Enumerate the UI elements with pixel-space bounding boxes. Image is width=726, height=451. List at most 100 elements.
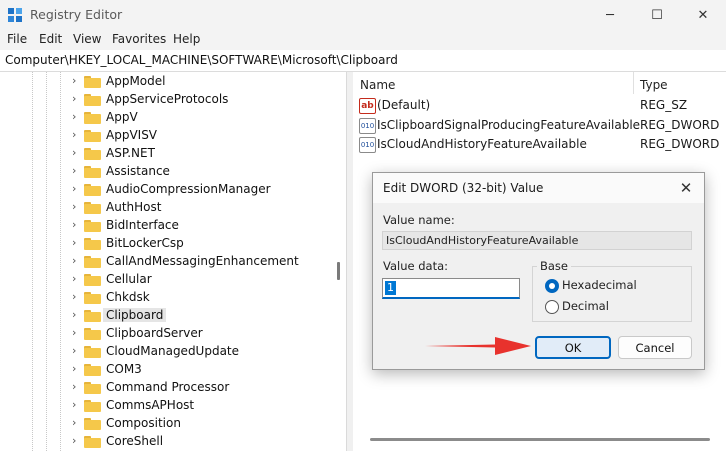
hexadecimal-label[interactable]: Hexadecimal <box>562 278 637 292</box>
tree-item-label: Clipboard <box>103 308 167 322</box>
registry-value-row[interactable]: ab (Default) REG_SZ <box>358 97 723 115</box>
value-data-input[interactable]: 1 <box>382 278 520 299</box>
chevron-right-icon[interactable]: › <box>72 327 82 339</box>
chevron-right-icon[interactable]: › <box>72 291 82 303</box>
tree-item[interactable]: › BitLockerCsp <box>70 235 340 253</box>
chevron-right-icon[interactable]: › <box>72 237 82 249</box>
chevron-right-icon[interactable]: › <box>72 147 82 159</box>
dialog-close-icon[interactable]: ✕ <box>675 177 697 199</box>
tree-item-label: AppServiceProtocols <box>106 92 229 106</box>
maximize-button[interactable]: ☐ <box>634 0 680 30</box>
address-bar[interactable]: Computer\HKEY_LOCAL_MACHINE\SOFTWARE\Mic… <box>0 50 726 72</box>
tree-item[interactable]: › ClipboardServer <box>70 325 340 343</box>
menu-edit[interactable]: Edit <box>39 32 62 46</box>
minimize-button[interactable]: ─ <box>587 0 633 30</box>
maximize-icon: ☐ <box>651 7 663 23</box>
tree-item-label: BitLockerCsp <box>106 236 184 250</box>
tree-item[interactable]: › COM3 <box>70 361 340 379</box>
menu-view[interactable]: View <box>73 32 101 46</box>
dword-value-icon: 010 <box>359 117 376 134</box>
key-tree-pane[interactable]: › AppModel › AppServiceProtocols › AppV › AppVI… <box>0 72 346 451</box>
cancel-button[interactable]: Cancel <box>618 336 692 359</box>
chevron-right-icon[interactable]: › <box>72 75 82 87</box>
folder-icon <box>84 130 101 142</box>
chevron-right-icon[interactable]: › <box>72 273 82 285</box>
chevron-right-icon[interactable]: › <box>72 345 82 357</box>
title-bar: Registry Editor ─ ☐ ✕ <box>0 0 726 30</box>
folder-icon <box>84 166 101 178</box>
tree-item[interactable]: › AppModel <box>70 73 340 91</box>
tree-item[interactable]: › CloudManagedUpdate <box>70 343 340 361</box>
chevron-right-icon[interactable]: › <box>72 219 82 231</box>
tree-item[interactable]: › AppServiceProtocols <box>70 91 340 109</box>
tree-item[interactable]: › Composition <box>70 415 340 433</box>
folder-icon <box>84 94 101 106</box>
menu-favorites[interactable]: Favorites <box>112 32 166 46</box>
column-header-name[interactable]: Name <box>360 78 395 92</box>
folder-icon <box>84 256 101 268</box>
value-name-text: IsCloudAndHistoryFeatureAvailable <box>386 234 579 247</box>
tree-item[interactable]: › Chkdsk <box>70 289 340 307</box>
tree-item[interactable]: › AppV <box>70 109 340 127</box>
chevron-right-icon[interactable]: › <box>72 93 82 105</box>
column-separator[interactable] <box>633 72 634 94</box>
folder-icon <box>84 238 101 250</box>
tree-item-label: ClipboardServer <box>106 326 203 340</box>
tree-item[interactable]: › Cellular <box>70 271 340 289</box>
tree-item[interactable]: › AppVISV <box>70 127 340 145</box>
chevron-right-icon[interactable]: › <box>72 129 82 141</box>
tree-guide-line <box>60 72 61 451</box>
tree-item[interactable]: › BidInterface <box>70 217 340 235</box>
menu-file[interactable]: File <box>7 32 27 46</box>
tree-item[interactable]: › Assistance <box>70 163 340 181</box>
horizontal-scrollbar[interactable] <box>370 438 710 441</box>
base-groupbox <box>532 266 692 322</box>
splitter-grip[interactable] <box>337 262 340 280</box>
folder-icon <box>84 400 101 412</box>
close-button[interactable]: ✕ <box>680 0 726 30</box>
chevron-right-icon[interactable]: › <box>72 309 82 321</box>
registry-value-row[interactable]: 010 IsClipboardSignalProducingFeatureAvai… <box>358 117 723 135</box>
ok-label: OK <box>564 340 582 355</box>
dword-value-icon: 010 <box>359 137 376 153</box>
chevron-right-icon[interactable]: › <box>72 435 82 447</box>
chevron-right-icon[interactable]: › <box>72 111 82 123</box>
close-icon: ✕ <box>697 7 709 23</box>
folder-icon <box>84 202 101 214</box>
registry-value-row[interactable]: 010 IsCloudAndHistoryFeatureAvailable REG_… <box>358 136 723 154</box>
tree-item[interactable]: › CoreShell <box>70 433 340 451</box>
chevron-right-icon[interactable]: › <box>72 183 82 195</box>
menu-help[interactable]: Help <box>173 32 200 46</box>
chevron-right-icon[interactable]: › <box>72 417 82 429</box>
tree-item-label: BidInterface <box>106 218 179 232</box>
folder-icon <box>84 418 101 430</box>
base-label: Base <box>537 259 572 273</box>
cancel-label: Cancel <box>635 340 675 355</box>
tree-item[interactable]: › ASP.NET <box>70 145 340 163</box>
chevron-right-icon[interactable]: › <box>72 255 82 267</box>
tree-item[interactable]: › CommsAPHost <box>70 397 340 415</box>
chevron-right-icon[interactable]: › <box>72 399 82 411</box>
tree-item[interactable]: › Clipboard <box>70 307 340 325</box>
decimal-label[interactable]: Decimal <box>562 299 609 313</box>
folder-icon <box>84 310 101 322</box>
hexadecimal-radio[interactable] <box>545 279 559 293</box>
tree-item[interactable]: › Command Processor <box>70 379 340 397</box>
dialog-title-bar: Edit DWORD (32-bit) Value ✕ <box>373 173 704 203</box>
chevron-right-icon[interactable]: › <box>72 165 82 177</box>
tree-item-label: AudioCompressionManager <box>106 182 271 196</box>
column-header-type[interactable]: Type <box>640 78 668 92</box>
value-name-label: Value name: <box>383 213 455 227</box>
tree-item[interactable]: › AuthHost <box>70 199 340 217</box>
chevron-right-icon[interactable]: › <box>72 363 82 375</box>
string-value-icon: ab <box>359 98 376 114</box>
decimal-radio[interactable] <box>545 300 559 314</box>
value-name: IsClipboardSignalProducingFeatureAvailab… <box>377 117 641 132</box>
tree-item[interactable]: › CallAndMessagingEnhancement <box>70 253 340 271</box>
tree-item[interactable]: › AudioCompressionManager <box>70 181 340 199</box>
ok-button[interactable]: OK <box>535 336 611 359</box>
value-type: REG_DWORD <box>640 137 720 151</box>
chevron-right-icon[interactable]: › <box>72 381 82 393</box>
chevron-right-icon[interactable]: › <box>72 201 82 213</box>
tree-item-label: Cellular <box>106 272 152 286</box>
